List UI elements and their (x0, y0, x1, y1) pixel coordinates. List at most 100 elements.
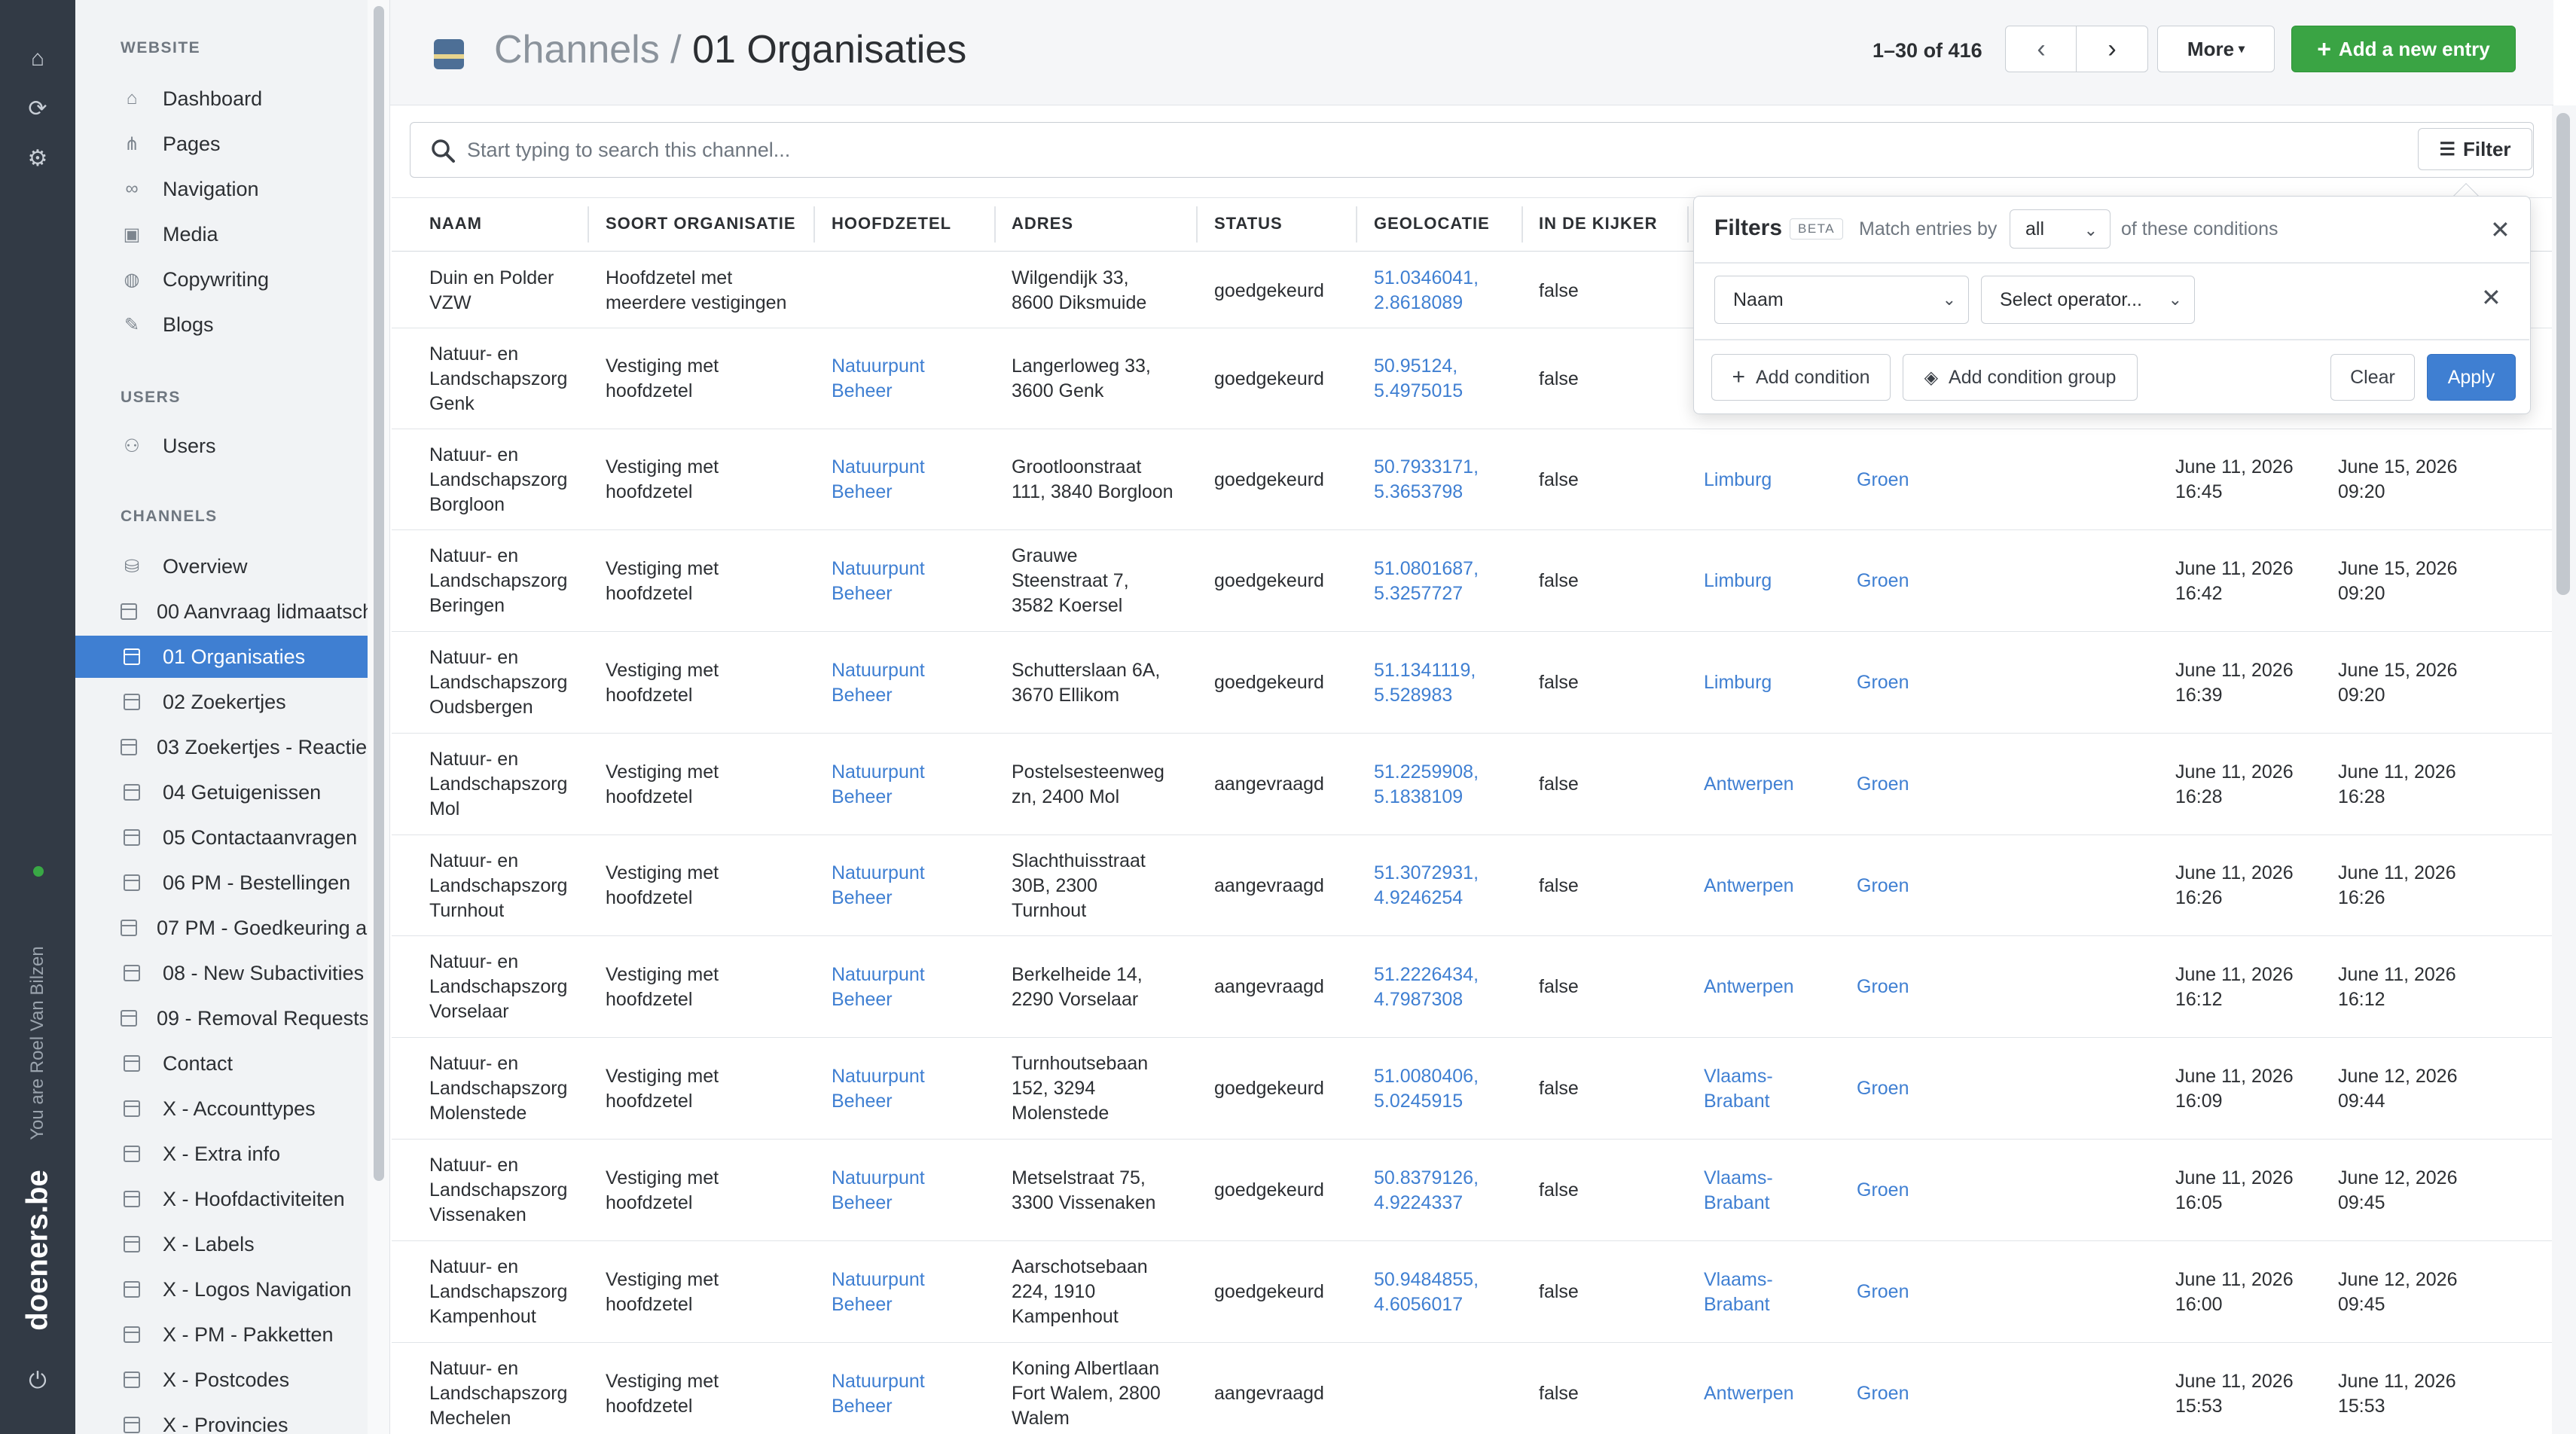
headquarters-link-line[interactable]: Beheer (832, 1292, 925, 1317)
sidebar-item[interactable]: 00 Aanvraag lidmaatschap (75, 590, 368, 633)
geolocation-link-line[interactable]: 5.1838109 (1374, 785, 1479, 810)
column-divider[interactable] (588, 206, 589, 243)
province-link-line[interactable]: Vlaams- (1704, 1064, 1773, 1089)
main-scrollbar[interactable] (2556, 113, 2570, 595)
province-link-line[interactable]: Limburg (1704, 670, 1772, 695)
sidebar-item[interactable]: 08 - New Subactivities (75, 952, 368, 994)
headquarters-link[interactable]: Natuurpunt Beheer (832, 760, 925, 810)
geolocation-link-line[interactable]: 51.0080406, (1374, 1064, 1479, 1089)
headquarters-link[interactable]: Natuurpunt Beheer (832, 354, 925, 404)
geolocation-link[interactable]: 50.7933171, 5.3653798 (1374, 455, 1479, 505)
label-link[interactable]: Groen (1857, 1280, 1909, 1304)
headquarters-link-line[interactable]: Natuurpunt (832, 557, 925, 581)
geolocation-link-line[interactable]: 50.7933171, (1374, 455, 1479, 480)
label-link[interactable]: Groen (1857, 975, 1909, 999)
label-link[interactable]: Groen (1857, 569, 1909, 593)
headquarters-link-line[interactable]: Natuurpunt (832, 963, 925, 987)
column-header[interactable]: IN DE KIJKER (1539, 214, 1657, 233)
province-link[interactable]: Vlaams- Brabant (1704, 1064, 1773, 1114)
geolocation-link[interactable]: 50.9484855, 4.6056017 (1374, 1268, 1479, 1317)
headquarters-link-line[interactable]: Natuurpunt (832, 658, 925, 683)
label-link[interactable]: Groen (1857, 468, 1909, 493)
geolocation-link-line[interactable]: 5.3653798 (1374, 480, 1479, 505)
headquarters-link-line[interactable]: Natuurpunt (832, 354, 925, 379)
search-input[interactable] (467, 133, 2410, 167)
headquarters-link-line[interactable]: Natuurpunt (832, 1166, 925, 1191)
sidebar-item[interactable]: X - Postcodes (75, 1359, 368, 1401)
sidebar-item[interactable]: X - Labels (75, 1223, 368, 1265)
headquarters-link[interactable]: Natuurpunt Beheer (832, 557, 925, 606)
geolocation-link-line[interactable]: 5.4975015 (1374, 379, 1463, 404)
sidebar-item[interactable]: ⌂ Dashboard (75, 78, 368, 120)
headquarters-link-line[interactable]: Beheer (832, 379, 925, 404)
geolocation-link[interactable]: 51.1341119, 5.528983 (1374, 658, 1476, 708)
province-link-line[interactable]: Vlaams- (1704, 1166, 1773, 1191)
geolocation-link-line[interactable]: 50.9484855, (1374, 1268, 1479, 1292)
column-divider[interactable] (813, 206, 815, 243)
headquarters-link-line[interactable]: Beheer (832, 1191, 925, 1216)
geolocation-link-line[interactable]: 5.528983 (1374, 683, 1476, 708)
province-link[interactable]: Limburg (1704, 569, 1772, 593)
column-divider[interactable] (1196, 206, 1198, 243)
sidebar-item[interactable]: 09 - Removal Requests (75, 997, 368, 1039)
province-link[interactable]: Antwerpen (1704, 975, 1794, 999)
brand-logo[interactable]: doeners.be (21, 1170, 55, 1330)
sidebar-item[interactable]: X - Extra info (75, 1133, 368, 1175)
filter-button[interactable]: ☰ Filter (2418, 128, 2532, 170)
label-link[interactable]: Groen (1857, 772, 1909, 797)
sidebar-item[interactable]: ▣ Media (75, 213, 368, 255)
column-divider[interactable] (1521, 206, 1523, 243)
geolocation-link-line[interactable]: 51.0346041, (1374, 266, 1479, 291)
add-entry-button[interactable]: + Add a new entry (2291, 26, 2516, 72)
column-header[interactable]: HOOFDZETEL (832, 214, 951, 233)
headquarters-link-line[interactable]: Natuurpunt (832, 1064, 925, 1089)
column-header[interactable]: ADRES (1012, 214, 1073, 233)
sidebar-item[interactable]: ⋔ Pages (75, 123, 368, 165)
column-header[interactable]: NAAM (429, 214, 482, 233)
previous-page-button[interactable]: ‹ (2005, 26, 2077, 72)
province-link-line[interactable]: Antwerpen (1704, 975, 1794, 999)
next-page-button[interactable]: › (2076, 26, 2148, 72)
sidebar-item[interactable]: ◍ Copywriting (75, 258, 368, 301)
sidebar-item[interactable]: X - PM - Pakketten (75, 1313, 368, 1356)
province-link[interactable]: Antwerpen (1704, 874, 1794, 899)
sidebar-item[interactable]: 07 PM - Goedkeuring aanpassingen (75, 907, 368, 949)
column-divider[interactable] (994, 206, 996, 243)
geolocation-link-line[interactable]: 4.9246254 (1374, 886, 1479, 911)
geolocation-link[interactable]: 51.0080406, 5.0245915 (1374, 1064, 1479, 1114)
match-mode-select[interactable]: all ⌄ (2010, 209, 2111, 249)
sidebar-item[interactable]: ✎ Blogs (75, 304, 368, 346)
geolocation-link-line[interactable]: 50.95124, (1374, 354, 1463, 379)
geolocation-link[interactable]: 51.2226434, 4.7987308 (1374, 963, 1479, 1012)
label-link[interactable]: Groen (1857, 1178, 1909, 1203)
province-link-line[interactable]: Antwerpen (1704, 772, 1794, 797)
label-link[interactable]: Groen (1857, 670, 1909, 695)
headquarters-link[interactable]: Natuurpunt Beheer (832, 1268, 925, 1317)
headquarters-link-line[interactable]: Beheer (832, 785, 925, 810)
geolocation-link-line[interactable]: 2.8618089 (1374, 291, 1479, 316)
geolocation-link-line[interactable]: 51.2259908, (1374, 760, 1479, 785)
province-link-line[interactable]: Vlaams- (1704, 1268, 1773, 1292)
label-link[interactable]: Groen (1857, 1381, 1909, 1406)
geolocation-link-line[interactable]: 4.6056017 (1374, 1292, 1479, 1317)
headquarters-link[interactable]: Natuurpunt Beheer (832, 455, 925, 505)
headquarters-link[interactable]: Natuurpunt Beheer (832, 1064, 925, 1114)
headquarters-link-line[interactable]: Natuurpunt (832, 455, 925, 480)
headquarters-link-line[interactable]: Beheer (832, 683, 925, 708)
geolocation-link[interactable]: 51.0801687, 5.3257727 (1374, 557, 1479, 606)
geolocation-link[interactable]: 51.3072931, 4.9246254 (1374, 861, 1479, 911)
headquarters-link[interactable]: Natuurpunt Beheer (832, 963, 925, 1012)
province-link[interactable]: Vlaams- Brabant (1704, 1268, 1773, 1317)
geolocation-link[interactable]: 50.8379126, 4.9224337 (1374, 1166, 1479, 1216)
sidebar-item[interactable]: ⛁ Overview (75, 545, 368, 587)
sidebar-scrollbar[interactable] (374, 6, 384, 1181)
sidebar-item[interactable]: X - Provincies (75, 1404, 368, 1434)
geolocation-link-line[interactable]: 51.3072931, (1374, 861, 1479, 886)
geolocation-link[interactable]: 51.0346041, 2.8618089 (1374, 266, 1479, 316)
geolocation-link-line[interactable]: 51.0801687, (1374, 557, 1479, 581)
remove-condition-icon[interactable]: ✕ (2481, 283, 2501, 312)
sidebar-item[interactable]: X - Hoofdactiviteiten (75, 1178, 368, 1220)
geolocation-link[interactable]: 51.2259908, 5.1838109 (1374, 760, 1479, 810)
province-link-line[interactable]: Limburg (1704, 569, 1772, 593)
headquarters-link-line[interactable]: Beheer (832, 581, 925, 606)
